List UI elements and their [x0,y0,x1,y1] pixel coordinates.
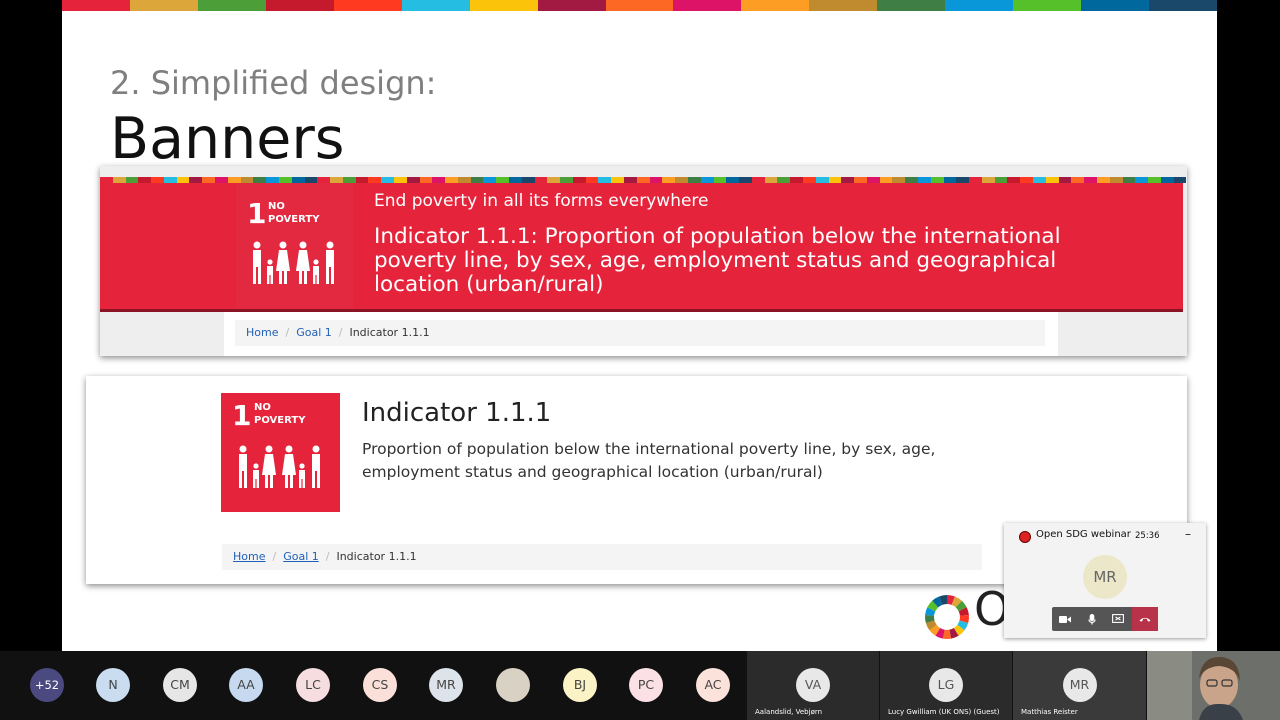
goal-1-tile: 1 NO POVERTY [236,183,353,309]
slide-title: Banners [110,106,345,172]
slide-subtitle: 2. Simplified design: [110,64,437,102]
participant-tile[interactable]: LG Lucy Gwilliam (UK ONS) (Guest) [880,651,1012,720]
minimize-button[interactable]: – [1185,527,1191,541]
family-icon [239,445,320,488]
camera-icon[interactable] [1052,607,1079,631]
participant-avatar[interactable]: MR [429,668,463,702]
goal-description: End poverty in all its forms everywhere [374,191,709,211]
breadcrumb-container: Home / Goal 1/Indicator 1.1.1 [224,312,1058,356]
participant-avatar: LG [929,668,963,702]
breadcrumb-home-link[interactable]: Home [246,326,278,339]
participant-avatar[interactable]: BJ [563,668,597,702]
participant-avatar[interactable]: N [96,668,130,702]
banner-red-header: 1 NO POVERTY End poverty in all its forms… [100,183,1183,312]
webcam-video-feed [1147,651,1280,720]
participant-avatar[interactable]: PC [629,668,663,702]
breadcrumb-goal-link[interactable]: Goal 1 [296,326,332,339]
participant-avatar: VA [796,668,830,702]
meeting-mini-panel: Open SDG webinar 25:36 – MR [1004,523,1206,638]
goal-number: 1 [247,197,267,230]
breadcrumb-current: Indicator 1.1.1 [336,550,417,563]
recording-icon [1019,531,1031,543]
participant-avatar[interactable]: LC [296,668,330,702]
indicator-description: Proportion of population below the inter… [362,440,936,481]
participant-name: Aalandslid, Vebjørn [755,708,823,716]
mic-icon[interactable] [1079,607,1106,631]
participant-tile-active[interactable]: MR Matthias Reister [1013,651,1146,720]
participant-avatar[interactable]: AA [229,668,263,702]
participant-photo-avatar[interactable] [496,668,530,702]
meeting-timer: 25:36 [1135,531,1160,541]
end-call-icon[interactable] [1131,607,1158,631]
breadcrumb-goal-link[interactable]: Goal 1 [283,550,319,563]
participant-avatar[interactable]: CM [163,668,197,702]
speaker-avatar: MR [1083,555,1127,599]
participant-tile[interactable]: VA Aalandslid, Vebjørn [747,651,879,720]
participant-name: Matthias Reister [1021,708,1078,716]
indicator-title: Indicator 1.1.1 [362,398,552,428]
breadcrumb-current: Indicator 1.1.1 [349,326,430,339]
sdg-wheel-logo-icon [925,595,969,639]
breadcrumb: Home / Goal 1/Indicator 1.1.1 [222,544,982,570]
breadcrumb-home-link[interactable]: Home [233,550,265,563]
family-icon [253,241,334,284]
share-screen-icon[interactable] [1105,607,1132,631]
goal-name: NO POVERTY [268,201,320,225]
participant-avatar[interactable]: CS [363,668,397,702]
sdg-color-stripe [62,0,1217,11]
call-controls [1052,607,1158,631]
goal-1-tile: 1 NO POVERTY [221,393,340,512]
participant-avatar[interactable]: AC [696,668,730,702]
goal-number: 1 [232,399,252,432]
banner-example-old: 1 NO POVERTY End poverty in all its forms… [100,166,1187,356]
goal-name: NO POVERTY [254,402,306,426]
meeting-title: Open SDG webinar [1036,529,1131,540]
participant-name: Lucy Gwilliam (UK ONS) (Guest) [888,708,1000,716]
breadcrumb: Home / Goal 1/Indicator 1.1.1 [235,320,1045,346]
indicator-heading: Indicator 1.1.1: Proportion of populatio… [374,224,1061,297]
participants-overflow-count[interactable]: +52 [30,668,64,702]
participant-avatar: MR [1062,668,1097,702]
